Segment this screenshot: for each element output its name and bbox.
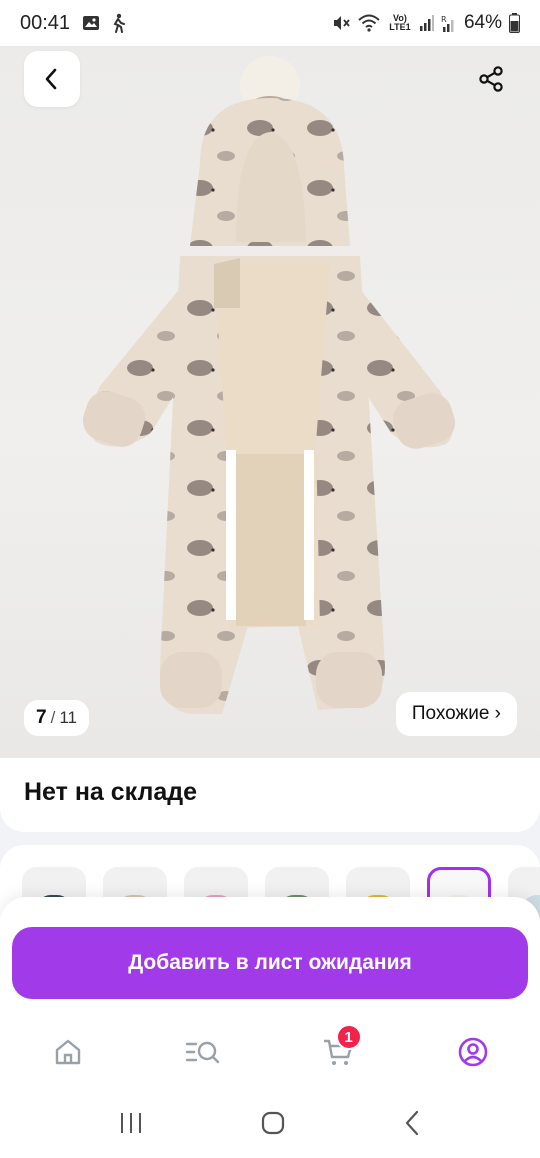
image-counter: 7 / 11 bbox=[24, 700, 89, 736]
tab-profile[interactable] bbox=[443, 1022, 503, 1082]
clock: 00:41 bbox=[20, 11, 71, 34]
tab-home[interactable] bbox=[38, 1022, 98, 1082]
bottom-tab-bar: 1 bbox=[0, 1012, 540, 1092]
catalog-search-icon bbox=[185, 1041, 219, 1064]
signal-icon bbox=[419, 15, 434, 31]
status-bar: 00:41 Vo) LTE1 R 64% bbox=[0, 0, 540, 46]
back-button[interactable] bbox=[24, 51, 80, 107]
profile-icon bbox=[458, 1037, 487, 1067]
add-to-waitlist-button[interactable]: Добавить в лист ожидания bbox=[12, 927, 528, 999]
share-icon bbox=[479, 66, 503, 92]
volte-icon: Vo) LTE1 bbox=[389, 13, 411, 32]
similar-products-button[interactable]: Похожие › bbox=[395, 692, 517, 736]
tab-catalog[interactable] bbox=[173, 1022, 233, 1082]
system-home-button[interactable] bbox=[260, 1110, 286, 1141]
tab-cart[interactable]: 1 bbox=[308, 1022, 368, 1082]
signal-roaming-icon: R bbox=[441, 14, 457, 32]
image-counter-current: 7 bbox=[36, 707, 47, 728]
recent-apps-button[interactable] bbox=[118, 1111, 144, 1140]
battery-level: 64% bbox=[463, 12, 502, 33]
svg-text:R: R bbox=[441, 15, 447, 24]
similar-products-label: Похожие › bbox=[411, 703, 501, 724]
image-counter-separator: / bbox=[50, 708, 56, 727]
wifi-icon bbox=[358, 14, 380, 32]
product-photo bbox=[82, 56, 456, 714]
stock-status-title: Нет на складе bbox=[24, 778, 198, 806]
recent-apps-icon bbox=[121, 1112, 141, 1133]
share-button[interactable] bbox=[466, 54, 516, 104]
walking-icon bbox=[110, 13, 126, 33]
gallery-icon bbox=[82, 14, 100, 32]
home-circle-icon bbox=[261, 1111, 285, 1134]
product-image-gallery[interactable]: 7 / 11 Похожие › bbox=[0, 46, 540, 758]
home-icon bbox=[55, 1039, 80, 1065]
back-icon bbox=[405, 1110, 419, 1135]
waitlist-panel: Добавить в лист ожидания bbox=[0, 897, 540, 1012]
battery-icon bbox=[509, 13, 520, 33]
chevron-left-icon bbox=[45, 68, 57, 90]
system-navigation-bar bbox=[0, 1092, 540, 1158]
system-back-button[interactable] bbox=[402, 1110, 422, 1141]
cart-badge: 1 bbox=[335, 1024, 362, 1050]
image-counter-total: 11 bbox=[59, 708, 77, 727]
stock-status-card: Нет на складе bbox=[0, 758, 540, 832]
mute-icon bbox=[331, 14, 351, 32]
